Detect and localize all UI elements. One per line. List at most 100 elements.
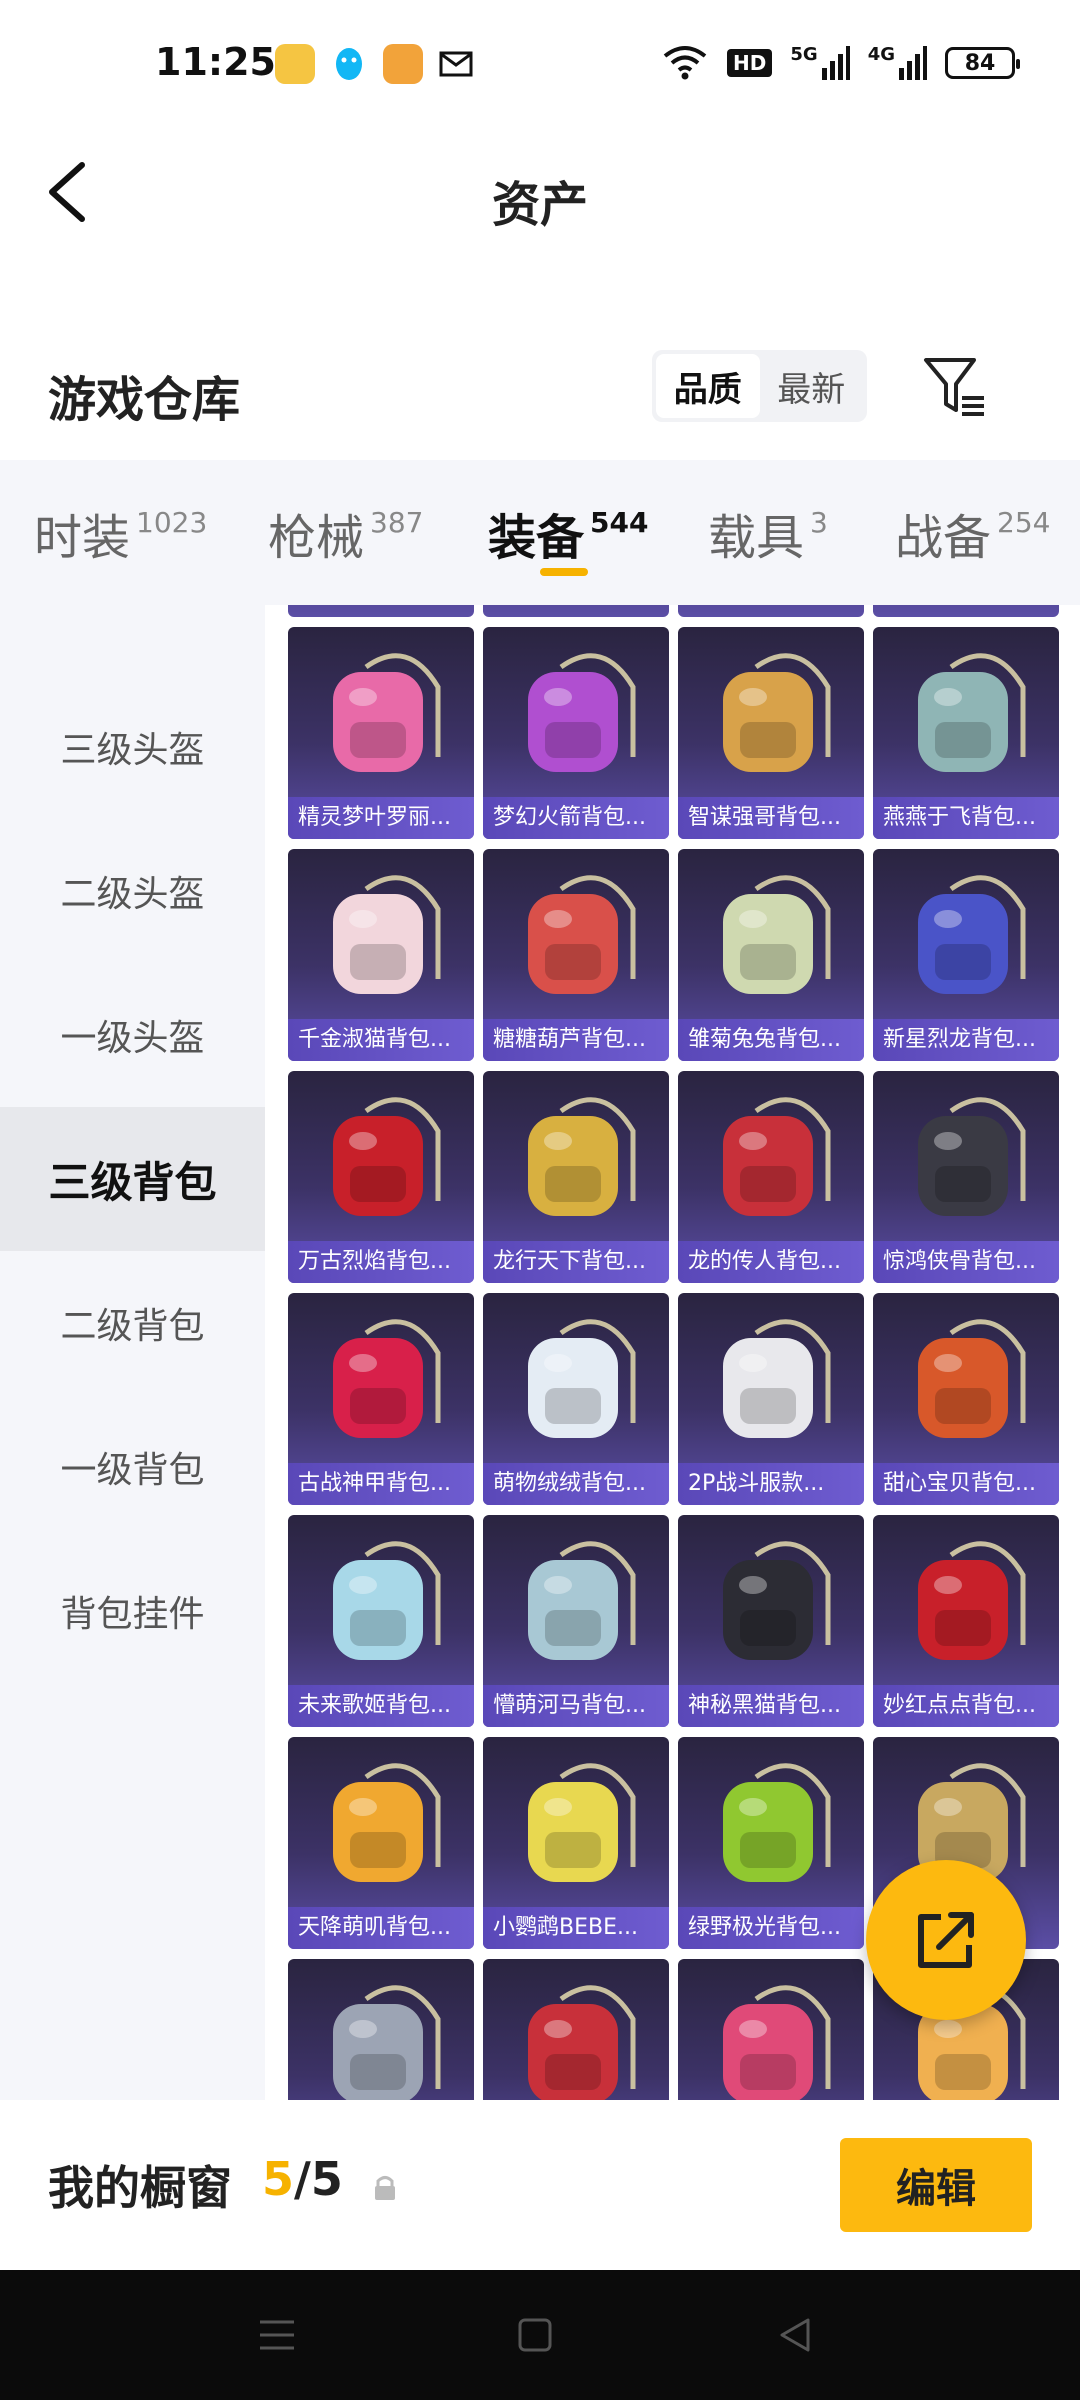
item-card[interactable]	[873, 605, 1059, 617]
sidebar-item-backpack-1[interactable]: 一级背包	[0, 1395, 265, 1539]
edit-button[interactable]: 编辑	[840, 2138, 1032, 2232]
item-card[interactable]: 绿野极光背包...	[678, 1737, 864, 1949]
item-card[interactable]: 雏菊兔兔背包...	[678, 849, 864, 1061]
backpack-icon	[333, 1985, 441, 2100]
item-card[interactable]: 梦幻火箭背包...	[483, 627, 669, 839]
tab-equipment[interactable]: 装备 544	[488, 498, 648, 568]
share-icon	[918, 1912, 974, 1968]
menu-icon[interactable]	[252, 2310, 302, 2360]
item-name: 绿野极光背包...	[678, 1907, 864, 1949]
item-card[interactable]: 天降萌叽背包...	[288, 1737, 474, 1949]
sidebar-item-backpack-2[interactable]: 二级背包	[0, 1251, 265, 1395]
item-card[interactable]: 懵萌河马背包...	[483, 1515, 669, 1727]
item-card[interactable]	[288, 1959, 474, 2100]
backpack-icon	[723, 1763, 831, 1882]
item-card[interactable]	[483, 605, 669, 617]
item-card[interactable]: 神秘黑猫背包...	[678, 1515, 864, 1727]
item-name: 萌物绒绒背包...	[483, 1463, 669, 1505]
showcase-total: 5	[310, 2152, 343, 2206]
item-card[interactable]: 妙红点点背包...	[873, 1515, 1059, 1727]
backpack-icon	[723, 1985, 831, 2100]
item-card[interactable]: 万古烈焰背包...	[288, 1071, 474, 1283]
backpack-icon	[918, 1541, 1026, 1660]
item-card[interactable]: 古战神甲背包...	[288, 1293, 474, 1505]
backpack-icon	[333, 875, 441, 994]
backpack-icon	[333, 1319, 441, 1438]
item-card[interactable]: 智谋强哥背包...	[678, 627, 864, 839]
item-card[interactable]: 未来歌姬背包...	[288, 1515, 474, 1727]
signal-bars-icon	[899, 46, 927, 80]
item-card[interactable]: 小鹦鹉BEBE...	[483, 1737, 669, 1949]
backpack-icon	[723, 1097, 831, 1216]
system-nav-bar	[0, 2270, 1080, 2400]
item-card[interactable]: 甜心宝贝背包...	[873, 1293, 1059, 1505]
subcategory-sidebar: 三级头盔 二级头盔 一级头盔 三级背包 二级背包 一级背包 背包挂件	[0, 605, 265, 2100]
signal-bars-icon	[821, 46, 850, 80]
backpack-icon	[918, 1097, 1026, 1216]
item-card[interactable]: 2P战斗服款...	[678, 1293, 864, 1505]
tab-fashion[interactable]: 时装 1023	[34, 498, 207, 568]
showcase-sep: /	[294, 2152, 311, 2206]
item-card[interactable]: 龙的传人背包...	[678, 1071, 864, 1283]
item-name: 妙红点点背包...	[873, 1685, 1059, 1727]
app-header: 资产	[0, 135, 1080, 255]
filter-icon[interactable]	[922, 354, 988, 420]
status-bar: 11:25 HD 5G 4G 84	[0, 0, 1080, 135]
sort-quality-button[interactable]: 品质	[656, 354, 760, 418]
warehouse-section-header: 游戏仓库 品质 最新	[0, 340, 1080, 460]
tab-supplies[interactable]: 战备 254	[895, 498, 1050, 568]
item-name: 万古烈焰背包...	[288, 1241, 474, 1283]
item-name: 精灵梦叶罗丽...	[288, 797, 474, 839]
item-card[interactable]: 惊鸿侠骨背包...	[873, 1071, 1059, 1283]
item-card[interactable]	[678, 1959, 864, 2100]
item-name: 天降萌叽背包...	[288, 1907, 474, 1949]
item-name: 新星烈龙背包...	[873, 1019, 1059, 1061]
item-name: 未来歌姬背包...	[288, 1685, 474, 1727]
backpack-icon	[528, 1541, 636, 1660]
item-name: 雏菊兔兔背包...	[678, 1019, 864, 1061]
backpack-icon	[723, 1541, 831, 1660]
item-card[interactable]: 龙行天下背包...	[483, 1071, 669, 1283]
tab-firearms[interactable]: 枪械 387	[268, 498, 423, 568]
item-card[interactable]	[483, 1959, 669, 2100]
tab-vehicles[interactable]: 载具 3	[708, 498, 828, 568]
signal-5g: 5G	[790, 46, 850, 80]
item-card[interactable]: 糖糖葫芦背包...	[483, 849, 669, 1061]
showcase-count: 5/5	[262, 2152, 343, 2206]
sidebar-item-backpack-pendant[interactable]: 背包挂件	[0, 1539, 265, 1683]
item-card[interactable]: 新星烈龙背包...	[873, 849, 1059, 1061]
item-name: 龙的传人背包...	[678, 1241, 864, 1283]
item-name: 惊鸿侠骨背包...	[873, 1241, 1059, 1283]
status-right: HD 5G 4G 84	[661, 44, 1020, 82]
section-title: 游戏仓库	[48, 372, 241, 428]
item-card[interactable]: 千金淑猫背包...	[288, 849, 474, 1061]
notify-app-icon	[275, 44, 315, 84]
sidebar-item-backpack-3[interactable]: 三级背包	[0, 1107, 265, 1251]
category-tabs: 时装 1023 枪械 387 装备 544 载具 3 战备 254	[0, 460, 1080, 605]
backpack-icon	[528, 1319, 636, 1438]
share-fab-button[interactable]	[866, 1860, 1026, 2020]
item-card[interactable]: 萌物绒绒背包...	[483, 1293, 669, 1505]
game-app-icon	[383, 44, 423, 84]
item-card[interactable]: 精灵梦叶罗丽...	[288, 627, 474, 839]
item-name: 古战神甲背包...	[288, 1463, 474, 1505]
notification-icons	[275, 44, 477, 84]
status-time: 11:25	[155, 40, 276, 84]
sidebar-item-helmet-2[interactable]: 二级头盔	[0, 819, 265, 963]
battery-icon: 84	[945, 47, 1020, 79]
sort-latest-button[interactable]: 最新	[760, 354, 864, 418]
showcase-label: 我的橱窗	[48, 2161, 232, 2215]
item-card[interactable]: 燕燕于飞背包...	[873, 627, 1059, 839]
backpack-icon	[333, 653, 441, 772]
item-card[interactable]	[678, 605, 864, 617]
item-name: 龙行天下背包...	[483, 1241, 669, 1283]
back-icon[interactable]	[770, 2310, 820, 2360]
item-card[interactable]	[288, 605, 474, 617]
home-icon[interactable]	[510, 2310, 560, 2360]
sidebar-item-helmet-3[interactable]: 三级头盔	[0, 675, 265, 819]
mail-icon	[437, 44, 477, 84]
sidebar-item-helmet-1[interactable]: 一级头盔	[0, 963, 265, 1107]
item-name: 梦幻火箭背包...	[483, 797, 669, 839]
sort-toggle: 品质 最新	[652, 350, 867, 422]
backpack-icon	[723, 653, 831, 772]
